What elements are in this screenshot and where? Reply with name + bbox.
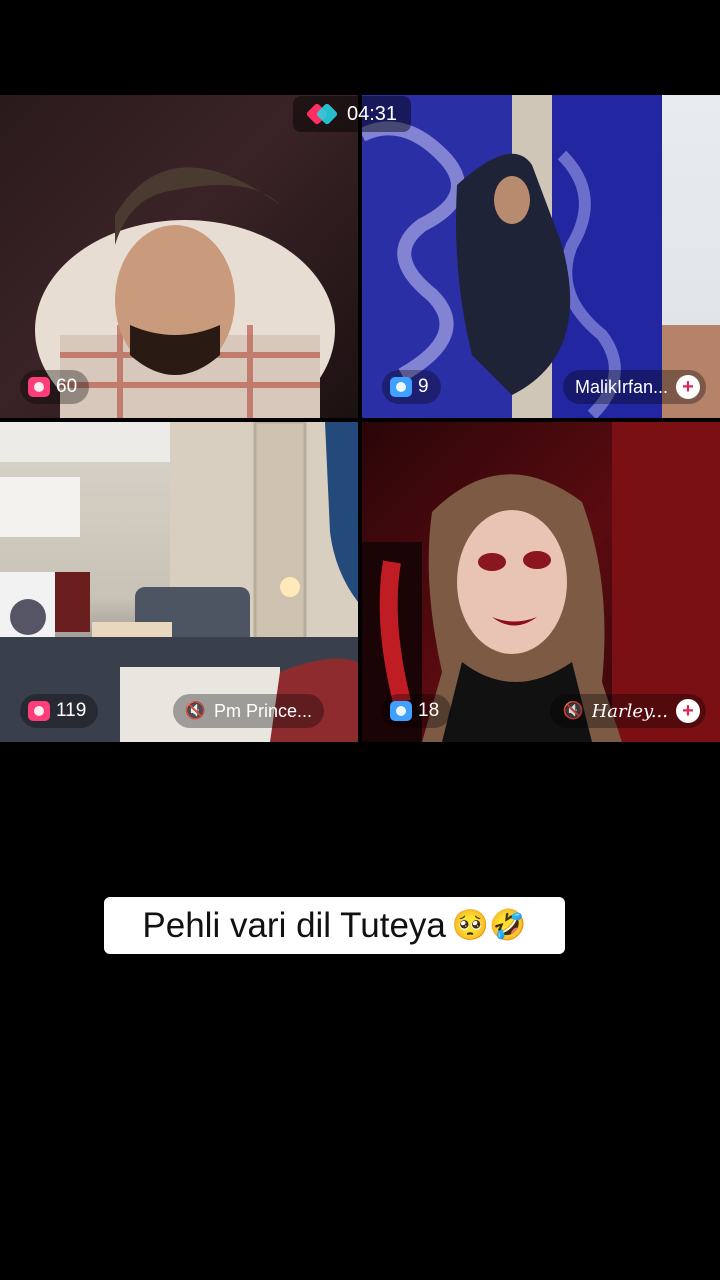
muted-icon: 🔇 — [562, 701, 584, 720]
follow-plus-icon[interactable]: + — [676, 699, 700, 723]
guest-name-pill[interactable]: 🔇 Pm Prince... — [172, 694, 324, 728]
live-tile-2[interactable]: 9 MalikIrfan... + — [362, 95, 720, 418]
viewer-count: 9 — [382, 370, 441, 404]
follow-plus-icon[interactable]: + — [676, 375, 700, 399]
guest-name-pill[interactable]: 🔇 Harley... + — [550, 694, 706, 728]
caption-emoji: 🥺🤣 — [451, 908, 527, 943]
viewer-count-value: 9 — [418, 376, 429, 397]
live-tile-3[interactable]: 119 🔇 Pm Prince... — [0, 422, 358, 742]
viewer-count: 119 — [20, 694, 99, 728]
camera-icon — [28, 377, 50, 397]
camera-icon — [390, 701, 412, 721]
guest-name: Pm Prince... — [213, 700, 312, 721]
muted-icon: 🔇 — [184, 701, 206, 720]
live-duo-icon — [305, 102, 339, 126]
guest-name-pill[interactable]: MalikIrfan... + — [562, 370, 706, 404]
live-grid: 60 9 MalikIrfan... + 119 🔇 Pm Prince... … — [0, 95, 720, 742]
camera-icon — [390, 377, 412, 397]
timer-value: 04:31 — [347, 102, 398, 125]
viewer-count: 18 — [382, 694, 452, 728]
camera-icon — [28, 701, 50, 721]
viewer-count-value: 60 — [56, 376, 78, 397]
viewer-count-value: 119 — [56, 700, 87, 721]
guest-name: Harley... — [591, 700, 668, 722]
guest-name: MalikIrfan... — [574, 376, 668, 397]
viewer-count-value: 18 — [418, 700, 440, 721]
live-tile-1[interactable]: 60 — [0, 95, 358, 418]
viewer-count: 60 — [20, 370, 90, 404]
live-timer: 04:31 — [293, 96, 412, 132]
caption-sticker: Pehli vari dil Tuteya 🥺🤣 — [104, 897, 565, 954]
caption-text: Pehli vari dil Tuteya — [142, 905, 446, 945]
live-tile-4[interactable]: 18 🔇 Harley... + — [362, 422, 720, 742]
